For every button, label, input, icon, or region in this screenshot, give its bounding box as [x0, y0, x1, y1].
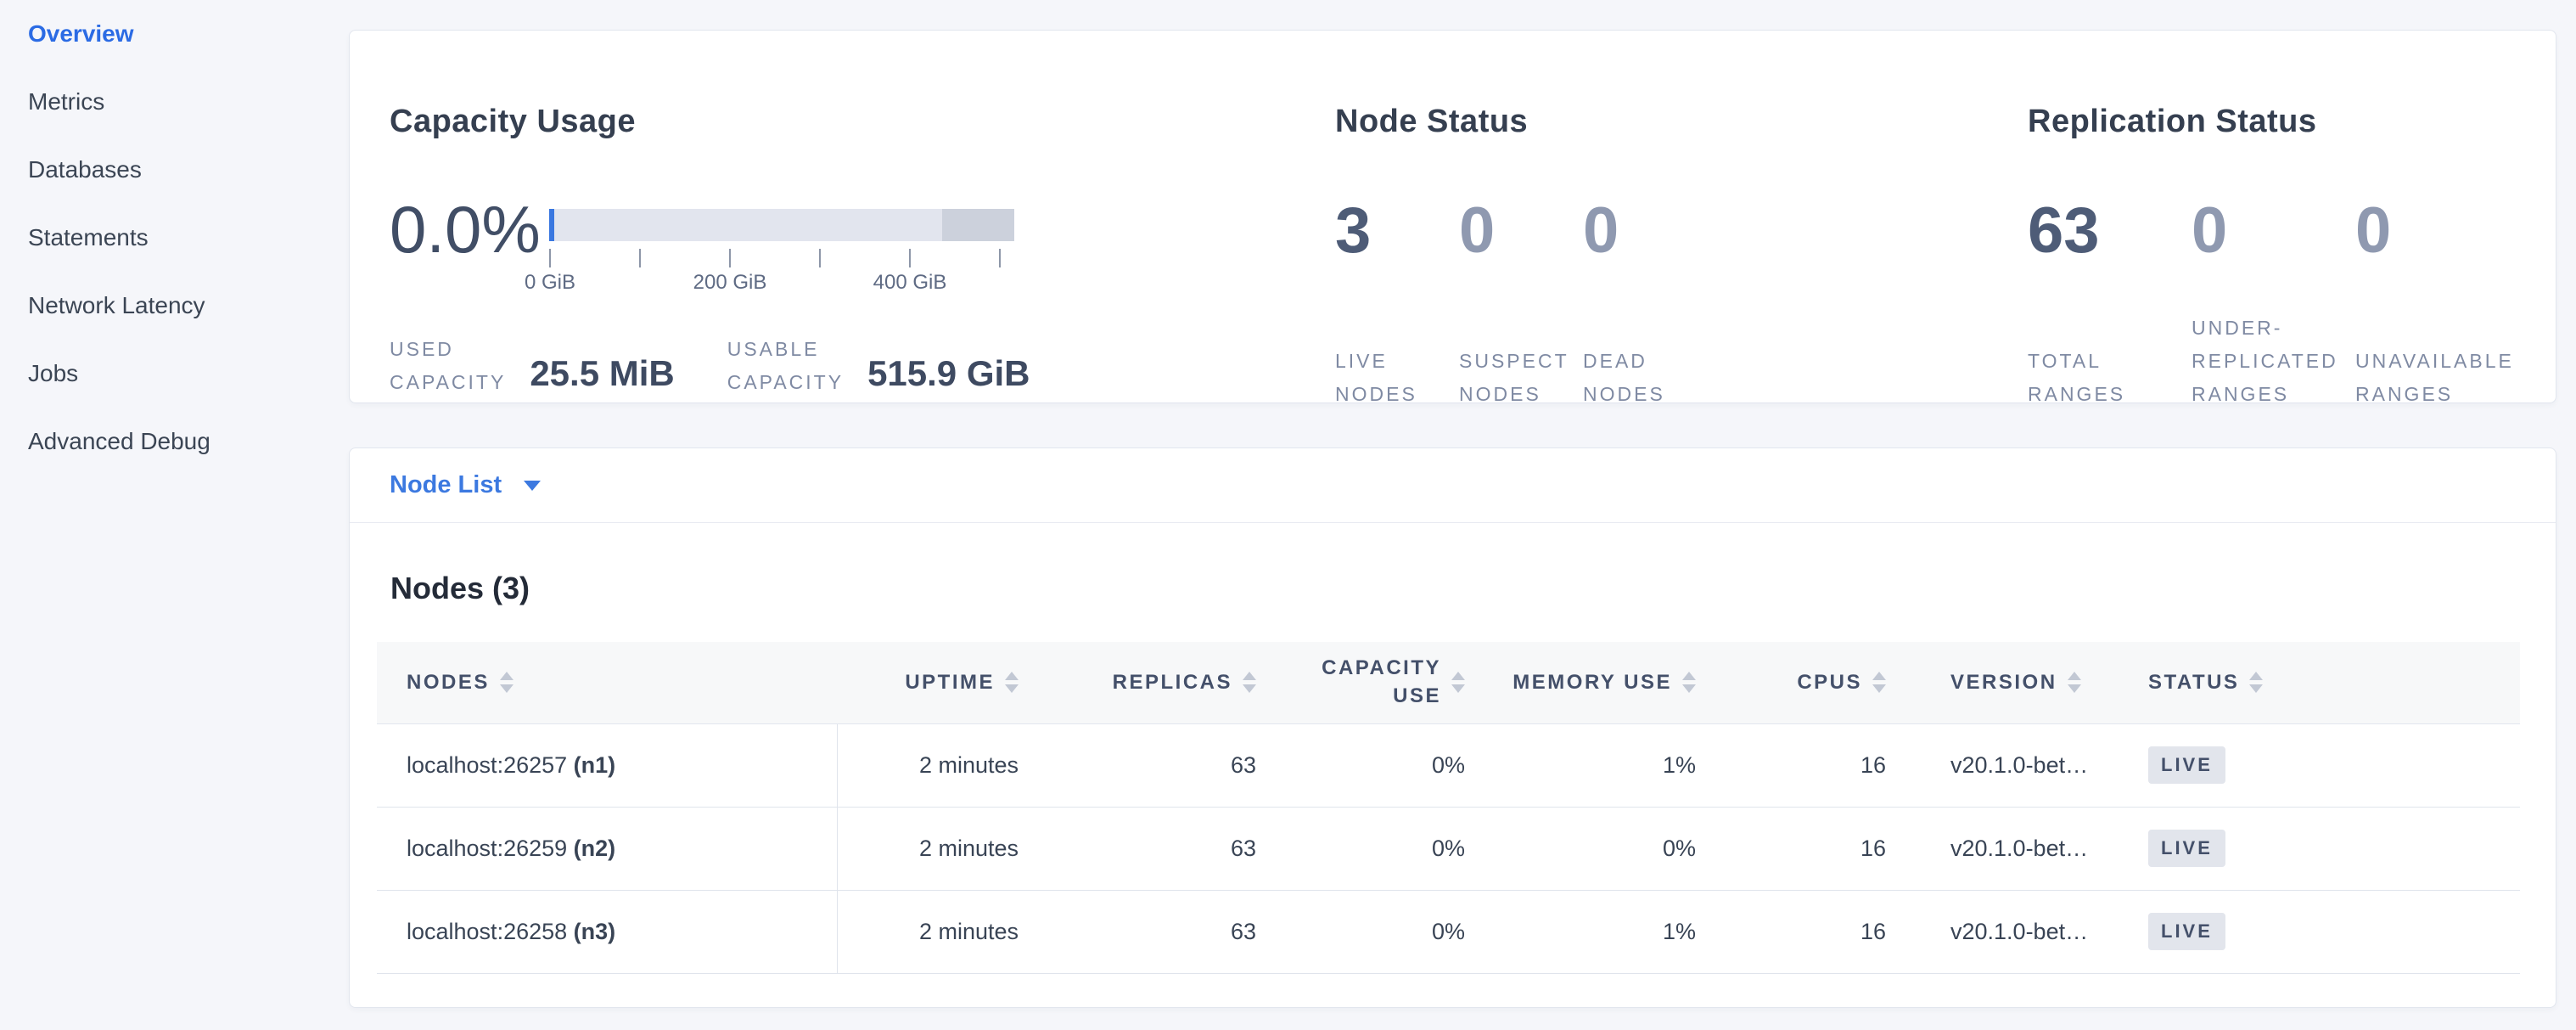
capacity-bar-nonusable-segment [942, 209, 1014, 241]
capacity-use-cell: 0% [1271, 807, 1484, 890]
sidebar-item-network-latency[interactable]: Network Latency [28, 272, 348, 340]
sidebar-item-jobs[interactable]: Jobs [28, 340, 348, 408]
replication-status-title: Replication Status [2028, 104, 2317, 140]
node-address-cell[interactable]: localhost:26257 (n1) [377, 723, 837, 807]
column-header-nodes[interactable]: NODES [377, 642, 837, 723]
status-cell: LIVE [2127, 807, 2520, 890]
column-header-status[interactable]: STATUS [2127, 642, 2520, 723]
table-row: localhost:26259 (n2) 2 minutes 63 0% 0% … [377, 807, 2520, 890]
dead-nodes-stat: 0 DEAD NODES [1583, 197, 1707, 411]
sort-icon [1682, 672, 1696, 693]
total-ranges-value: 63 [2028, 197, 2192, 265]
table-row: localhost:26258 (n3) 2 minutes 63 0% 1% … [377, 890, 2520, 973]
column-header-capacity-use[interactable]: CAPACITY USE [1271, 642, 1484, 723]
version-cell: v20.1.0-bet… [1925, 807, 2127, 890]
total-ranges-label: TOTAL RANGES [2028, 345, 2192, 411]
capacity-bar-chart: 0 GiB 200 GiB 400 GiB [549, 209, 1014, 296]
replicas-cell: 63 [1030, 890, 1271, 973]
sidebar-item-databases[interactable]: Databases [28, 136, 348, 204]
version-cell: v20.1.0-bet… [1925, 890, 2127, 973]
status-badge: LIVE [2148, 746, 2225, 784]
node-status-title: Node Status [1335, 104, 1528, 140]
sidebar-item-advanced-debug[interactable]: Advanced Debug [28, 408, 348, 476]
capacity-use-cell: 0% [1271, 723, 1484, 807]
dead-nodes-label: DEAD NODES [1583, 345, 1707, 411]
total-ranges-stat: 63 TOTAL RANGES [2028, 197, 2192, 411]
sidebar-item-statements[interactable]: Statements [28, 204, 348, 272]
sort-icon [1451, 672, 1465, 693]
unavailable-ranges-value: 0 [2355, 197, 2519, 265]
status-badge: LIVE [2148, 830, 2225, 867]
cpus-cell: 16 [1737, 890, 1925, 973]
cpus-cell: 16 [1737, 807, 1925, 890]
memory-use-cell: 1% [1484, 890, 1737, 973]
axis-label-200gib: 200 GiB [693, 271, 767, 295]
axis-label-400gib: 400 GiB [873, 271, 947, 295]
table-header-row: NODES UPTIME REPLICAS CAPACITY USE [377, 642, 2520, 723]
cluster-summary-card: Capacity Usage 0.0% 0 GiB 200 [349, 30, 2556, 403]
table-row: localhost:26257 (n1) 2 minutes 63 0% 1% … [377, 723, 2520, 807]
dead-nodes-value: 0 [1583, 197, 1707, 265]
sort-icon [2249, 672, 2263, 693]
under-replicated-ranges-stat: 0 UNDER- REPLICATED RANGES [2192, 197, 2355, 411]
version-cell: v20.1.0-bet… [1925, 723, 2127, 807]
capacity-bar [549, 209, 1014, 241]
unavailable-ranges-label: UNAVAILABLE RANGES [2355, 345, 2519, 411]
sort-icon [2068, 672, 2081, 693]
status-cell: LIVE [2127, 890, 2520, 973]
suspect-nodes-stat: 0 SUSPECT NODES [1459, 197, 1583, 411]
node-address-cell[interactable]: localhost:26258 (n3) [377, 890, 837, 973]
chevron-down-icon [524, 481, 541, 491]
memory-use-cell: 1% [1484, 723, 1737, 807]
sidebar-item-metrics[interactable]: Metrics [28, 68, 348, 136]
capacity-use-cell: 0% [1271, 890, 1484, 973]
replicas-cell: 63 [1030, 807, 1271, 890]
column-header-replicas[interactable]: REPLICAS [1030, 642, 1271, 723]
capacity-usage-title: Capacity Usage [390, 104, 636, 140]
suspect-nodes-label: SUSPECT NODES [1459, 345, 1583, 411]
cpus-cell: 16 [1737, 723, 1925, 807]
live-nodes-label: LIVE NODES [1335, 345, 1459, 411]
live-nodes-value: 3 [1335, 197, 1459, 265]
memory-use-cell: 0% [1484, 807, 1737, 890]
under-replicated-ranges-value: 0 [2192, 197, 2355, 265]
uptime-cell: 2 minutes [837, 890, 1030, 973]
node-list-dropdown-label: Node List [390, 471, 502, 499]
column-header-uptime[interactable]: UPTIME [837, 642, 1030, 723]
used-capacity-label: USED CAPACITY [390, 333, 506, 399]
sort-icon [1872, 672, 1886, 693]
nodes-count-title: Nodes (3) [390, 571, 2520, 606]
suspect-nodes-value: 0 [1459, 197, 1583, 265]
nodes-table: NODES UPTIME REPLICAS CAPACITY USE [377, 642, 2520, 974]
usable-capacity-label: USABLE CAPACITY [727, 333, 844, 399]
usable-capacity-value: 515.9 GiB [867, 353, 1030, 394]
unavailable-ranges-stat: 0 UNAVAILABLE RANGES [2355, 197, 2519, 411]
status-badge: LIVE [2148, 913, 2225, 950]
live-nodes-stat: 3 LIVE NODES [1335, 197, 1459, 411]
uptime-cell: 2 minutes [837, 723, 1030, 807]
under-replicated-ranges-label: UNDER- REPLICATED RANGES [2192, 312, 2355, 411]
node-address-cell[interactable]: localhost:26259 (n2) [377, 807, 837, 890]
node-list-dropdown[interactable]: Node List [390, 471, 541, 499]
node-list-card: Node List Nodes (3) NODES UPTIME [349, 447, 2556, 1008]
capacity-bar-used-segment [549, 209, 554, 241]
status-cell: LIVE [2127, 723, 2520, 807]
used-capacity-value: 25.5 MiB [530, 353, 674, 394]
column-header-memory-use[interactable]: MEMORY USE [1484, 642, 1737, 723]
sort-icon [500, 672, 514, 693]
view-selector-bar: Node List [350, 448, 2556, 523]
replicas-cell: 63 [1030, 723, 1271, 807]
column-header-cpus[interactable]: CPUS [1737, 642, 1925, 723]
uptime-cell: 2 minutes [837, 807, 1030, 890]
column-header-version[interactable]: VERSION [1925, 642, 2127, 723]
sidebar-item-overview[interactable]: Overview [28, 0, 348, 68]
sort-icon [1005, 672, 1019, 693]
sort-icon [1243, 672, 1256, 693]
axis-label-0gib: 0 GiB [525, 271, 575, 295]
sidebar: Overview Metrics Databases Statements Ne… [0, 0, 348, 476]
capacity-axis-ticks [549, 249, 1014, 269]
